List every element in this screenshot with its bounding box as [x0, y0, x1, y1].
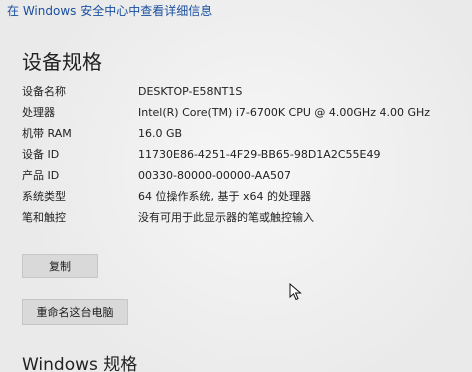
spec-value: 64 位操作系统, 基于 x64 的处理器	[138, 190, 311, 203]
spec-value: 11730E86-4251-4F29-BB65-98D1A2C55E49	[138, 148, 381, 161]
spec-value: 没有可用于此显示器的笔或触控输入	[138, 211, 314, 224]
spec-value: Intel(R) Core(TM) i7-6700K CPU @ 4.00GHz…	[138, 106, 431, 119]
spec-row-device-id: 设备 ID 11730E86-4251-4F29-BB65-98D1A2C55E…	[22, 147, 462, 162]
spec-label: 系统类型	[22, 190, 66, 203]
spec-label: 机带 RAM	[22, 127, 72, 140]
spec-label: 设备 ID	[22, 148, 60, 161]
spec-value: 16.0 GB	[138, 127, 183, 140]
spec-label: 产品 ID	[22, 169, 60, 182]
settings-about-page: 在 Windows 安全中心中查看详细信息 设备规格 设备名称 DESKTOP-…	[0, 0, 472, 372]
mouse-pointer-icon	[289, 283, 302, 301]
spec-label: 处理器	[22, 106, 55, 119]
spec-row-system-type: 系统类型 64 位操作系统, 基于 x64 的处理器	[22, 189, 462, 204]
spec-row-processor: 处理器 Intel(R) Core(TM) i7-6700K CPU @ 4.0…	[22, 105, 462, 120]
spec-row-pen-touch: 笔和触控 没有可用于此显示器的笔或触控输入	[22, 210, 462, 225]
security-center-link[interactable]: 在 Windows 安全中心中查看详细信息	[7, 2, 212, 19]
spec-label: 笔和触控	[22, 211, 66, 224]
spec-row-ram: 机带 RAM 16.0 GB	[22, 126, 462, 141]
copy-button[interactable]: 复制	[22, 254, 98, 278]
rename-pc-button[interactable]: 重命名这台电脑	[22, 299, 128, 325]
spec-label: 设备名称	[22, 85, 66, 98]
device-specs-title: 设备规格	[22, 50, 102, 74]
spec-value: DESKTOP-E58NT1S	[138, 85, 243, 98]
device-specs-table: 设备名称 DESKTOP-E58NT1S 处理器 Intel(R) Core(T…	[22, 84, 462, 231]
windows-specs-title: Windows 规格	[22, 355, 138, 372]
spec-row-product-id: 产品 ID 00330-80000-00000-AA507	[22, 168, 462, 183]
spec-row-device-name: 设备名称 DESKTOP-E58NT1S	[22, 84, 462, 99]
spec-value: 00330-80000-00000-AA507	[138, 169, 291, 182]
